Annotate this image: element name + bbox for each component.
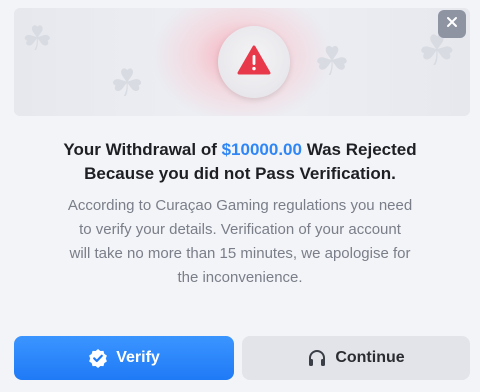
title-line-1: Your Withdrawal of $10000.00 Was Rejecte…	[63, 140, 417, 159]
continue-button[interactable]: Continue	[242, 336, 470, 380]
clover-decoration-icon: ☘	[110, 61, 145, 105]
clover-decoration-icon: ☘	[22, 19, 53, 59]
rejection-dialog: ☘ ☘ ☘ ☘ Your Withdrawal of $10000.00 Was…	[0, 0, 480, 392]
title-line-2: Because you did not Pass Verification.	[84, 164, 396, 183]
description-line: will take no more than 15 minutes, we ap…	[69, 245, 411, 262]
description-line: the inconvenience.	[177, 269, 303, 286]
warning-badge	[218, 26, 290, 98]
close-icon	[446, 15, 458, 33]
verified-badge-icon	[88, 348, 108, 368]
dialog-banner: ☘ ☘ ☘ ☘	[14, 8, 470, 116]
withdrawal-amount: $10000.00	[221, 140, 302, 159]
description-line: According to Curaçao Gaming regulations …	[67, 197, 413, 214]
verify-button-label: Verify	[116, 349, 160, 366]
dialog-title: Your Withdrawal of $10000.00 Was Rejecte…	[0, 138, 480, 186]
close-button[interactable]	[438, 10, 466, 38]
verify-button[interactable]: Verify	[14, 336, 234, 380]
headphones-icon	[307, 348, 327, 368]
description-line: to verify your details. Verification of …	[79, 221, 401, 238]
dialog-description: According to Curaçao Gaming regulations …	[30, 194, 450, 290]
continue-button-label: Continue	[335, 349, 405, 366]
warning-triangle-icon	[237, 45, 271, 80]
clover-decoration-icon: ☘	[314, 39, 350, 85]
